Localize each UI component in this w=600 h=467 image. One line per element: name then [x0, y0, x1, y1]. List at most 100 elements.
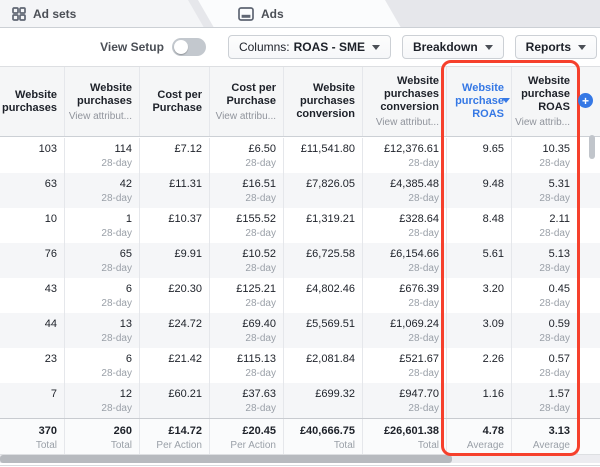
total-cell: £20.45 Per Action — [210, 419, 284, 454]
cell: £125.21 28-day — [210, 278, 284, 313]
view-attribution-link[interactable]: View attribu... — [216, 111, 276, 122]
attribution-window-label: 28-day — [408, 403, 439, 414]
attribution-window-label: 28-day — [245, 158, 276, 169]
column-header-cost-per-purchase-attr[interactable]: Cost per Purchase View attribu... — [210, 67, 284, 136]
cell: £4,385.48 28-day — [363, 173, 447, 208]
attribution-window-label: 28-day — [408, 333, 439, 344]
total-cell: 3.13 Average — [512, 419, 578, 454]
table-row[interactable]: 10 1 28-day £10.37 £155.52 28-day £1,319.21 £32… — [0, 208, 600, 243]
total-cell: £40,666.75 Total — [284, 419, 363, 454]
table-row[interactable]: 76 65 28-day £9.91 £10.52 28-day £6,725.58 £6,1… — [0, 243, 600, 278]
cell: £21.42 — [140, 348, 210, 383]
cell-value: 3.09 — [482, 318, 504, 330]
column-title: Website purchase ROAS — [521, 75, 570, 113]
chevron-down-icon — [372, 45, 380, 50]
column-header-cost-per-purchase[interactable]: Cost per Purchase — [140, 67, 210, 136]
tab-ad-sets[interactable]: Ad sets — [12, 0, 76, 27]
cell: 6 28-day — [65, 278, 140, 313]
total-label: Average — [466, 440, 504, 451]
cell: 42 28-day — [65, 173, 140, 208]
cell-value: 63 — [44, 178, 57, 190]
total-value: £14.72 — [168, 425, 202, 437]
tab-ads-label: Ads — [261, 7, 284, 21]
table-row[interactable]: 103 114 28-day £7.12 £6.50 28-day £11,541.80 £1… — [0, 138, 600, 173]
cell-value: £6,725.58 — [306, 248, 355, 260]
view-setup-toggle[interactable] — [171, 38, 206, 56]
columns-selected-value: ROAS - SME — [293, 40, 365, 54]
attribution-window-label: 28-day — [408, 368, 439, 379]
attribution-window-label: 28-day — [101, 333, 132, 344]
view-setup-group: View Setup — [100, 38, 206, 56]
attribution-window-label: 28-day — [539, 263, 570, 274]
cell-value: 8.48 — [482, 213, 504, 225]
cell-value: £699.32 — [315, 388, 355, 400]
cell: £9.91 — [140, 243, 210, 278]
cell: £11,541.80 — [284, 138, 363, 173]
cell-value: £21.42 — [168, 353, 202, 365]
cell: £521.67 28-day — [363, 348, 447, 383]
cell: 63 — [0, 173, 65, 208]
total-label: Total — [417, 440, 439, 451]
cell-value: 3.20 — [482, 283, 504, 295]
attribution-window-label: 28-day — [539, 333, 570, 344]
view-attribution-link[interactable]: View attribut... — [69, 111, 132, 122]
attribution-window-label: 28-day — [408, 193, 439, 204]
total-value: 370 — [38, 425, 57, 437]
cell-value: 6 — [125, 283, 132, 295]
cell-value: £947.70 — [399, 388, 439, 400]
table-row[interactable]: 43 6 28-day £20.30 £125.21 28-day £4,802.46 £67… — [0, 278, 600, 313]
column-header-purchase-roas-attr[interactable]: Website purchase ROAS View attrib... — [512, 67, 578, 136]
table-row[interactable]: 7 12 28-day £60.21 £37.63 28-day £699.32 £947.7… — [0, 383, 600, 418]
breakdown-dropdown-button[interactable]: Breakdown — [401, 35, 504, 59]
table-row[interactable]: 63 42 28-day £11.31 £16.51 28-day £7,826.05 £4,… — [0, 173, 600, 208]
cell: £6,154.66 28-day — [363, 243, 447, 278]
cell: £7.12 — [140, 138, 210, 173]
column-header-purchases-conversion-attr[interactable]: Website purchases conversion View attrib… — [363, 67, 447, 136]
total-value: 260 — [113, 425, 132, 437]
attribution-window-label: 28-day — [539, 368, 570, 379]
cell: 0.45 28-day — [512, 278, 578, 313]
column-header-purchases-conversion[interactable]: Website purchases conversion — [284, 67, 363, 136]
cell: £155.52 28-day — [210, 208, 284, 243]
cell: £6,725.58 — [284, 243, 363, 278]
column-header-purchase-roas-sorted[interactable]: Website purchase ROAS — [447, 67, 512, 136]
tab-bar: Ad sets Ads — [0, 0, 600, 28]
column-title: Website purchases — [1, 88, 57, 114]
reports-dropdown-button[interactable]: Reports — [514, 35, 597, 59]
columns-dropdown-button[interactable]: Columns: ROAS - SME — [227, 35, 391, 59]
cell: 2.11 28-day — [512, 208, 578, 243]
vertical-scrollbar[interactable] — [589, 135, 595, 159]
cell: 1.57 28-day — [512, 383, 578, 418]
totals-row: 370 Total 260 Total £14.72 Per Action £2… — [0, 418, 600, 455]
table-header: Website purchases Website purchases View… — [0, 66, 600, 137]
add-column-button[interactable] — [578, 93, 593, 108]
attribution-window-label: 28-day — [101, 368, 132, 379]
cell: £328.64 28-day — [363, 208, 447, 243]
tab-ads[interactable]: Ads — [238, 0, 284, 27]
spacer-cell — [578, 243, 600, 278]
cell: 5.13 28-day — [512, 243, 578, 278]
total-cell: £14.72 Per Action — [140, 419, 210, 454]
table-row[interactable]: 23 6 28-day £21.42 £115.13 28-day £2,081.84 £52… — [0, 348, 600, 383]
cell: 8.48 — [447, 208, 512, 243]
table-row[interactable]: 44 13 28-day £24.72 £69.40 28-day £5,569.51 £1,… — [0, 313, 600, 348]
horizontal-scrollbar[interactable] — [0, 455, 452, 463]
table-body: 103 114 28-day £7.12 £6.50 28-day £11,541.80 £1… — [0, 138, 600, 418]
cell-value: £115.13 — [237, 353, 276, 365]
cell-value: 65 — [119, 248, 132, 260]
cell: 3.20 — [447, 278, 512, 313]
cell-value: 76 — [44, 248, 57, 260]
view-attribution-link[interactable]: View attrib... — [515, 117, 570, 128]
view-attribution-link[interactable]: View attribut... — [376, 117, 439, 128]
column-header-website-purchases-attr[interactable]: Website purchases View attribut... — [65, 67, 140, 136]
cell: 5.61 — [447, 243, 512, 278]
attribution-window-label: 28-day — [245, 193, 276, 204]
attribution-window-label: 28-day — [101, 193, 132, 204]
column-header-website-purchases[interactable]: Website purchases — [0, 67, 65, 136]
cell: 65 28-day — [65, 243, 140, 278]
cell-value: 1 — [125, 213, 132, 225]
attribution-window-label: 28-day — [408, 263, 439, 274]
attribution-window-label: 28-day — [408, 228, 439, 239]
window-bottom-edge — [0, 465, 600, 466]
cell-value: £155.52 — [236, 213, 276, 225]
